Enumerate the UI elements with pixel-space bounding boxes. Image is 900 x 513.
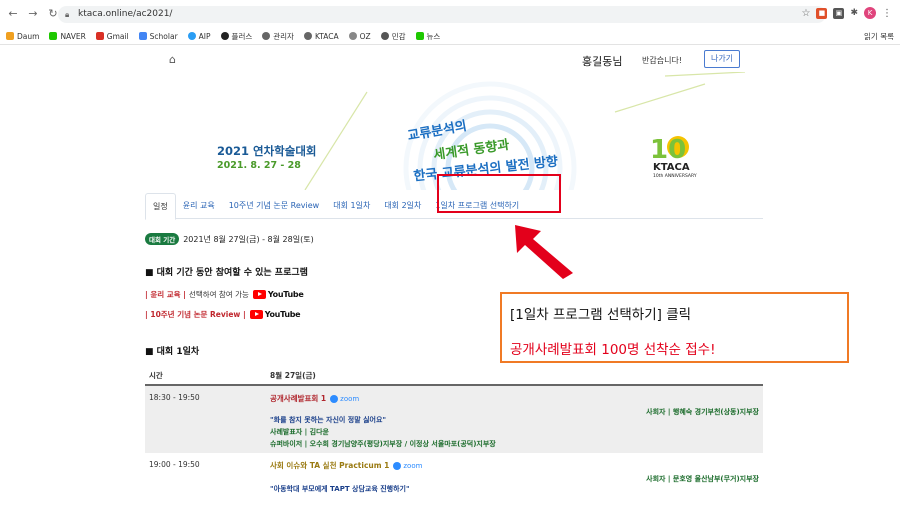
program-ethics-label: | 윤리 교육 | (145, 290, 186, 299)
youtube-link[interactable]: YouTube (249, 310, 301, 319)
youtube-icon (252, 290, 266, 299)
tab-day2[interactable]: 대회 2일차 (377, 193, 428, 218)
zoom-link[interactable]: zoom (330, 394, 359, 403)
conference-period: 대회 기간 2021년 8월 27일(금) - 8월 28일(토) (145, 233, 314, 245)
lock-icon: 🔒︎ (65, 10, 70, 19)
reading-list[interactable]: 읽기 목록 (864, 31, 894, 42)
row-moderator: 사회자 | 행혜숙 경기부천(상동)지부장 (646, 408, 759, 416)
callout-notice: 공개사례발표회 100명 선착순 접수! (510, 342, 716, 358)
program-ethics-note: 선택하여 참여 가능 (188, 290, 249, 299)
table-row: 19:00 - 19:50 사회 이슈와 TA 실천 Practicum 1 z… (145, 453, 763, 513)
logout-button[interactable]: 나가기 (704, 50, 740, 68)
program-review-label: | 10주년 기념 논문 Review | (145, 310, 246, 319)
extension-icon[interactable]: ▣ (833, 7, 845, 19)
day1-section-title: ■ 대회 1일차 (145, 347, 200, 357)
forward-icon[interactable]: → (26, 7, 40, 21)
bookmark-item[interactable]: AIP (187, 32, 211, 41)
address-bar[interactable]: 🔒︎ ktaca.online/ac2021/ (58, 6, 826, 23)
conference-title: 2021 연차학술대회 (217, 144, 317, 158)
greeting-text: 반갑습니다! (642, 56, 683, 65)
avatar[interactable]: K (864, 7, 876, 19)
highlight-box (437, 174, 561, 213)
user-name: 홍길동님 (582, 55, 623, 68)
bookmark-item[interactable]: 민감 (380, 31, 406, 42)
column-header-date: 8월 27일(금) (270, 370, 316, 380)
row-topic: "화를 참지 못하는 자신이 정말 싫어요" (270, 416, 387, 424)
tab-ethics[interactable]: 윤리 교육 (176, 193, 222, 218)
bookmark-item[interactable]: NAVER (49, 32, 86, 41)
logo-number: 10 (650, 135, 687, 165)
tab-review[interactable]: 10주년 기념 논문 Review (222, 193, 327, 218)
zoom-icon (330, 394, 339, 403)
menu-icon[interactable]: ⋮ (882, 8, 892, 19)
tab-schedule[interactable]: 일정 (145, 193, 176, 220)
star-icon[interactable]: ☆ (801, 8, 810, 19)
row-title: 공개사례발표회 1 zoom (270, 394, 360, 403)
row-topic: "아동학대 부모에게 TAPT 상담교육 진행하기" (270, 485, 410, 493)
program-ethics: | 윤리 교육 | 선택하여 참여 가능 YouTube (145, 289, 304, 300)
period-text: 2021년 8월 27일(금) - 8월 28일(토) (183, 234, 314, 244)
row-supervisors: 슈퍼바이저 | 오수희 경기남양주(평당)지부장 / 이정상 서울마포(공덕)지… (270, 440, 496, 448)
programs-section-title: ■ 대회 기간 동안 참여할 수 있는 프로그램 (145, 268, 308, 278)
bookmarks-bar: Daum NAVER Gmail Scholar AIP 플러스 관리자 KTA… (0, 28, 900, 45)
page-content: ⌂ 홍길동님 반갑습니다! 나가기 2021 연차학술대회 2021. 8. 2… (145, 46, 763, 513)
bookmark-item[interactable]: 플러스 (220, 31, 252, 42)
conference-dates: 2021. 8. 27 - 28 (217, 160, 301, 171)
bookmark-item[interactable]: 뉴스 (415, 31, 440, 42)
bookmark-item[interactable]: 관리자 (262, 31, 294, 42)
bookmark-item[interactable]: Daum (6, 32, 39, 41)
home-icon[interactable]: ⌂ (169, 53, 176, 66)
instruction-callout: [1일차 프로그램 선택하기] 클릭 공개사례발표회 100명 선착순 접수! (500, 292, 849, 363)
back-icon[interactable]: ← (6, 7, 20, 21)
program-review: | 10주년 기념 논문 Review | YouTube (145, 309, 301, 320)
extension-icon[interactable]: ■ (816, 7, 828, 19)
logo-subtitle: 10th ANNIVERSARY (653, 174, 697, 179)
row-title: 사회 이슈와 TA 실천 Practicum 1 zoom (270, 461, 423, 470)
callout-instruction: [1일차 프로그램 선택하기] 클릭 (510, 307, 692, 323)
arrow-icon (515, 225, 573, 279)
youtube-link[interactable]: YouTube (252, 290, 304, 299)
conference-banner: 2021 연차학술대회 2021. 8. 27 - 28 교류분석의 세계적 동… (145, 72, 763, 190)
bookmark-item[interactable]: KTACA (303, 32, 339, 41)
row-moderator: 사회자 | 문호영 울산남부(무거)지부장 (646, 475, 759, 483)
row-time: 19:00 - 19:50 (149, 460, 200, 469)
logo-name: KTACA (653, 162, 690, 173)
browser-toolbar: ← → ↻ ⌂ 🔒︎ ktaca.online/ac2021/ ☆ ■ ▣ ✱ … (0, 0, 900, 28)
row-time: 18:30 - 19:50 (149, 393, 200, 402)
zoom-link[interactable]: zoom (393, 461, 422, 470)
row-presenter: 사례발표자 | 김다윤 (270, 428, 329, 436)
zoom-icon (393, 461, 402, 470)
day1-schedule-table: 시간 8월 27일(금) 18:30 - 19:50 공개사례발표회 1 zoo… (145, 366, 763, 513)
bookmark-item[interactable]: Scholar (138, 32, 178, 41)
period-badge: 대회 기간 (145, 233, 180, 245)
column-header-time: 시간 (149, 370, 163, 380)
table-row: 18:30 - 19:50 공개사례발표회 1 zoom 사회자 | 행혜숙 경… (145, 386, 763, 453)
bookmark-item[interactable]: OZ (348, 32, 371, 41)
puzzle-icon[interactable]: ✱ (850, 8, 858, 18)
tab-day1[interactable]: 대회 1일차 (326, 193, 377, 218)
bookmark-item[interactable]: Gmail (95, 32, 129, 41)
table-header: 시간 8월 27일(금) (145, 366, 763, 386)
youtube-icon (249, 310, 263, 319)
url-text: ktaca.online/ac2021/ (78, 9, 173, 19)
site-topbar: ⌂ 홍길동님 반갑습니다! 나가기 (145, 46, 763, 72)
